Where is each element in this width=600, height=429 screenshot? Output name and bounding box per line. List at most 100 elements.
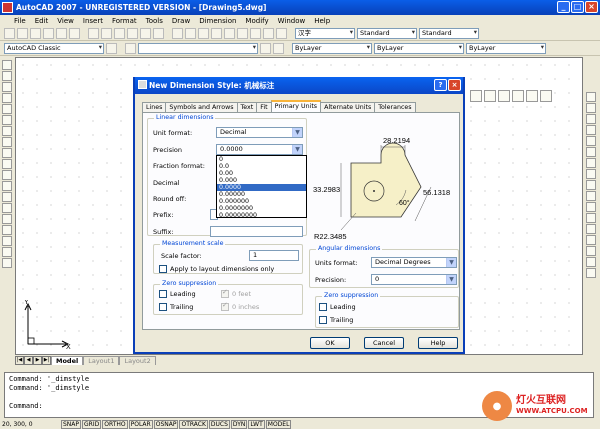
table-icon[interactable] <box>2 247 12 257</box>
circle-icon[interactable] <box>2 126 12 136</box>
color-combo[interactable]: ByLayer <box>292 43 372 54</box>
arc-icon[interactable] <box>2 115 12 125</box>
mirror-icon[interactable] <box>586 114 596 124</box>
model-toggle[interactable]: MODEL <box>265 419 292 429</box>
hatch-icon[interactable] <box>2 214 12 224</box>
zoom-all-icon[interactable] <box>498 90 510 102</box>
construction-line-icon[interactable] <box>2 71 12 81</box>
revision-cloud-icon[interactable] <box>2 137 12 147</box>
zoom-realtime-icon[interactable] <box>185 28 196 39</box>
zoom-window-icon[interactable] <box>198 28 209 39</box>
point-icon[interactable] <box>2 203 12 213</box>
tab-primary-units[interactable]: Primary Units <box>270 100 322 112</box>
tab-layout2[interactable]: Layout2 <box>119 356 156 365</box>
tab-text[interactable]: Text <box>236 102 258 112</box>
zoom-in-icon[interactable] <box>470 90 482 102</box>
zoom-scale-icon[interactable] <box>540 90 552 102</box>
ellipse-icon[interactable] <box>2 159 12 169</box>
text-style-combo[interactable]: Standard <box>357 28 417 39</box>
menu-window[interactable]: Window <box>278 17 306 25</box>
suffix-input[interactable] <box>210 226 303 237</box>
layer-manager-icon[interactable] <box>125 43 136 54</box>
workspace-settings-icon[interactable] <box>106 43 117 54</box>
precision-option[interactable]: 0.0 <box>217 163 306 170</box>
break-at-point-icon[interactable] <box>586 213 596 223</box>
tool-palettes-icon[interactable] <box>250 28 261 39</box>
spline-icon[interactable] <box>2 148 12 158</box>
precision-option-selected[interactable]: 0.0000 <box>217 184 306 191</box>
workspace-combo[interactable]: AutoCAD Classic <box>4 43 104 54</box>
explode-icon[interactable] <box>586 268 596 278</box>
layer-previous-icon[interactable] <box>273 43 284 54</box>
insert-block-icon[interactable] <box>2 181 12 191</box>
prev-tab-button[interactable]: ◀ <box>24 356 33 365</box>
menu-insert[interactable]: Insert <box>83 17 103 25</box>
angular-precision-select[interactable]: 0 ▼ <box>371 274 457 285</box>
preview-icon[interactable] <box>56 28 67 39</box>
precision-select[interactable]: 0.0000 ▼ <box>216 144 303 155</box>
next-tab-button[interactable]: ▶ <box>33 356 42 365</box>
trailing-checkbox[interactable]: Trailing <box>159 303 193 311</box>
close-button[interactable]: × <box>585 1 598 13</box>
extend-icon[interactable] <box>586 202 596 212</box>
first-tab-button[interactable]: |◀ <box>15 356 24 365</box>
precision-option[interactable]: 0.00 <box>217 170 306 177</box>
gradient-icon[interactable] <box>2 225 12 235</box>
polyline-icon[interactable] <box>2 82 12 92</box>
angular-leading-checkbox[interactable]: Leading <box>319 303 356 311</box>
tab-tolerances[interactable]: Tolerances <box>374 102 416 112</box>
open-icon[interactable] <box>17 28 28 39</box>
calculator-icon[interactable] <box>263 28 274 39</box>
help-button[interactable]: Help <box>418 337 458 349</box>
precision-dropdown-list[interactable]: 0 0.0 0.00 0.000 0.0000 0.00000 0.000000… <box>216 155 307 219</box>
zoom-out-icon[interactable] <box>484 90 496 102</box>
make-block-icon[interactable] <box>2 192 12 202</box>
paste-icon[interactable] <box>114 28 125 39</box>
region-icon[interactable] <box>2 236 12 246</box>
properties-icon[interactable] <box>224 28 235 39</box>
polygon-icon[interactable] <box>2 93 12 103</box>
save-icon[interactable] <box>30 28 41 39</box>
scale-icon[interactable] <box>586 169 596 179</box>
ducs-toggle[interactable]: DUCS <box>208 419 230 429</box>
publish-icon[interactable] <box>69 28 80 39</box>
match-properties-icon[interactable] <box>127 28 138 39</box>
lineweight-combo[interactable]: ByLayer <box>466 43 546 54</box>
minimize-button[interactable]: _ <box>557 1 570 13</box>
array-icon[interactable] <box>586 136 596 146</box>
polar-toggle[interactable]: POLAR <box>128 419 153 429</box>
design-center-icon[interactable] <box>237 28 248 39</box>
ortho-toggle[interactable]: ORTHO <box>102 419 128 429</box>
move-icon[interactable] <box>586 147 596 157</box>
plot-icon[interactable] <box>43 28 54 39</box>
apply-layout-checkbox[interactable]: Apply to layout dimensions only <box>159 265 274 273</box>
snap-toggle[interactable]: SNAP <box>61 419 82 429</box>
dyn-toggle[interactable]: DYN <box>230 419 248 429</box>
break-icon[interactable] <box>586 224 596 234</box>
angular-trailing-checkbox[interactable]: Trailing <box>319 316 353 324</box>
stretch-icon[interactable] <box>586 180 596 190</box>
precision-option[interactable]: 0.0000000 <box>217 205 306 212</box>
tab-fit[interactable]: Fit <box>256 102 272 112</box>
otrack-toggle[interactable]: OTRACK <box>179 419 208 429</box>
fillet-icon[interactable] <box>586 257 596 267</box>
menu-edit[interactable]: Edit <box>35 17 49 25</box>
line-icon[interactable] <box>2 60 12 70</box>
leading-checkbox[interactable]: Leading <box>159 290 196 298</box>
dialog-help-button[interactable]: ? <box>434 79 447 91</box>
offset-icon[interactable] <box>586 125 596 135</box>
lwt-toggle[interactable]: LWT <box>248 419 265 429</box>
trim-icon[interactable] <box>586 191 596 201</box>
zoom-object-icon[interactable] <box>526 90 538 102</box>
tab-model[interactable]: Model <box>51 356 84 365</box>
menu-dimension[interactable]: Dimension <box>199 17 236 25</box>
menu-draw[interactable]: Draw <box>172 17 190 25</box>
menu-file[interactable]: File <box>14 17 26 25</box>
tab-alternate-units[interactable]: Alternate Units <box>320 102 376 112</box>
copy-icon[interactable] <box>101 28 112 39</box>
rotate-icon[interactable] <box>586 158 596 168</box>
new-icon[interactable] <box>4 28 15 39</box>
menu-tools[interactable]: Tools <box>146 17 163 25</box>
unit-format-select[interactable]: Decimal ▼ <box>216 127 303 138</box>
layer-combo[interactable] <box>138 43 258 54</box>
